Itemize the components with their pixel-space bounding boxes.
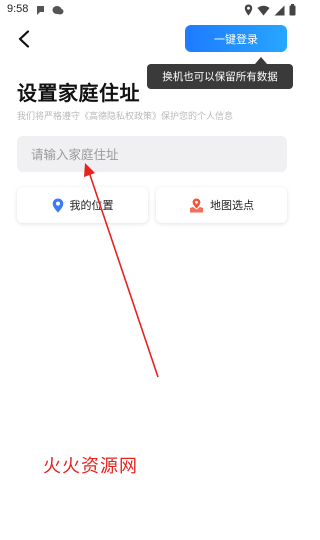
status-bar: 9:58	[0, 0, 304, 22]
one-click-login-button[interactable]: 一键登录	[185, 25, 287, 52]
signal-icon	[274, 5, 285, 15]
location-icon	[244, 4, 253, 16]
tooltip: 换机也可以保留所有数据	[147, 64, 293, 89]
my-location-button[interactable]: 我的位置	[17, 187, 148, 223]
home-address-input[interactable]	[17, 136, 287, 172]
wechat-icon	[52, 6, 64, 15]
status-left-icons	[36, 5, 64, 16]
privacy-notice: 我们将严格遵守《高德隐私权政策》保护您的个人信息	[17, 112, 234, 122]
map-pick-label: 地图选点	[210, 199, 254, 212]
wifi-icon	[257, 5, 270, 15]
back-arrow-icon	[18, 30, 30, 48]
status-right-icons	[244, 4, 296, 16]
notification-icon	[37, 6, 44, 15]
battery-icon	[289, 4, 296, 16]
back-button[interactable]	[12, 27, 36, 51]
my-location-label: 我的位置	[69, 199, 114, 212]
location-pin-icon	[52, 198, 63, 212]
page-title: 设置家庭住址	[17, 81, 140, 105]
watermark: 火火资源网	[43, 456, 138, 477]
map-pick-icon	[190, 198, 203, 212]
tooltip-arrow	[255, 57, 267, 64]
map-pick-button[interactable]: 地图选点	[156, 187, 287, 223]
status-time: 9:58	[7, 3, 29, 15]
